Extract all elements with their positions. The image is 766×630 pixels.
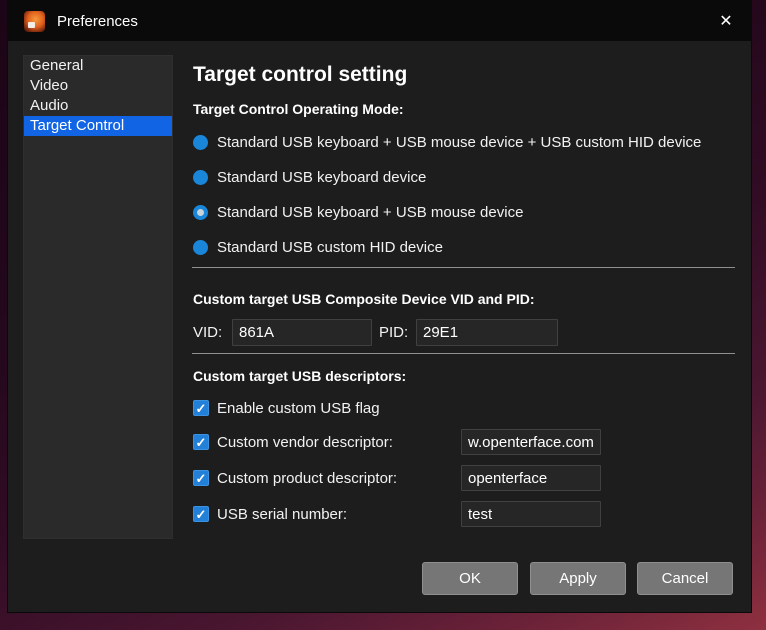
checkbox-checked-icon: ✓ xyxy=(193,506,209,522)
radio-icon xyxy=(193,135,208,150)
checkbox-usb-serial-number[interactable]: ✓ USB serial number: xyxy=(193,504,347,524)
checkbox-label: Enable custom USB flag xyxy=(217,400,380,417)
radio-option-kbd-mouse-hid[interactable]: Standard USB keyboard + USB mouse device… xyxy=(193,132,701,152)
radio-option-hid[interactable]: Standard USB custom HID device xyxy=(193,237,443,257)
app-icon xyxy=(24,11,45,32)
radio-label: Standard USB keyboard device xyxy=(217,169,426,186)
radio-option-kbd-mouse[interactable]: Standard USB keyboard + USB mouse device xyxy=(193,202,523,222)
checkbox-checked-icon: ✓ xyxy=(193,400,209,416)
pid-input[interactable] xyxy=(416,319,558,346)
sidebar-item-general[interactable]: General xyxy=(24,56,172,76)
page-title: Target control setting xyxy=(193,63,407,87)
checkbox-custom-vendor-descriptor[interactable]: ✓ Custom vendor descriptor: xyxy=(193,432,393,452)
descriptors-section-label: Custom target USB descriptors: xyxy=(193,368,406,384)
usb-serial-number-input[interactable] xyxy=(461,501,601,527)
divider xyxy=(192,267,735,268)
radio-label: Standard USB keyboard + USB mouse device… xyxy=(217,134,701,151)
sidebar-nav: General Video Audio Target Control xyxy=(23,55,173,539)
titlebar[interactable]: Preferences ✕ xyxy=(8,1,751,41)
window-title: Preferences xyxy=(57,13,138,30)
product-descriptor-input[interactable] xyxy=(461,465,601,491)
checkbox-enable-custom-usb-flag[interactable]: ✓ Enable custom USB flag xyxy=(193,398,380,418)
radio-icon xyxy=(193,170,208,185)
radio-checked-icon xyxy=(193,205,208,220)
check-icon: ✓ xyxy=(196,436,207,449)
preferences-dialog: Preferences ✕ General Video Audio Target… xyxy=(7,0,752,613)
checkbox-label: Custom vendor descriptor: xyxy=(217,434,393,451)
close-button[interactable]: ✕ xyxy=(709,5,743,37)
checkbox-label: Custom product descriptor: xyxy=(217,470,397,487)
radio-label: Standard USB custom HID device xyxy=(217,239,443,256)
checkbox-checked-icon: ✓ xyxy=(193,434,209,450)
pid-label: PID: xyxy=(379,324,408,341)
apply-button[interactable]: Apply xyxy=(530,562,626,595)
check-icon: ✓ xyxy=(196,472,207,485)
checkbox-label: USB serial number: xyxy=(217,506,347,523)
radio-icon xyxy=(193,240,208,255)
divider xyxy=(192,353,735,354)
vendor-descriptor-input[interactable] xyxy=(461,429,601,455)
operating-mode-label: Target Control Operating Mode: xyxy=(193,101,404,117)
sidebar-item-target-control[interactable]: Target Control xyxy=(24,116,172,136)
sidebar-item-audio[interactable]: Audio xyxy=(24,96,172,116)
check-icon: ✓ xyxy=(196,508,207,521)
ok-button[interactable]: OK xyxy=(422,562,518,595)
check-icon: ✓ xyxy=(196,402,207,415)
cancel-button[interactable]: Cancel xyxy=(637,562,733,595)
close-icon: ✕ xyxy=(719,11,732,31)
checkbox-custom-product-descriptor[interactable]: ✓ Custom product descriptor: xyxy=(193,468,397,488)
radio-label: Standard USB keyboard + USB mouse device xyxy=(217,204,523,221)
vid-pid-section-label: Custom target USB Composite Device VID a… xyxy=(193,291,535,307)
radio-option-kbd[interactable]: Standard USB keyboard device xyxy=(193,167,426,187)
vid-input[interactable] xyxy=(232,319,372,346)
checkbox-checked-icon: ✓ xyxy=(193,470,209,486)
vid-label: VID: xyxy=(193,324,222,341)
sidebar-item-video[interactable]: Video xyxy=(24,76,172,96)
